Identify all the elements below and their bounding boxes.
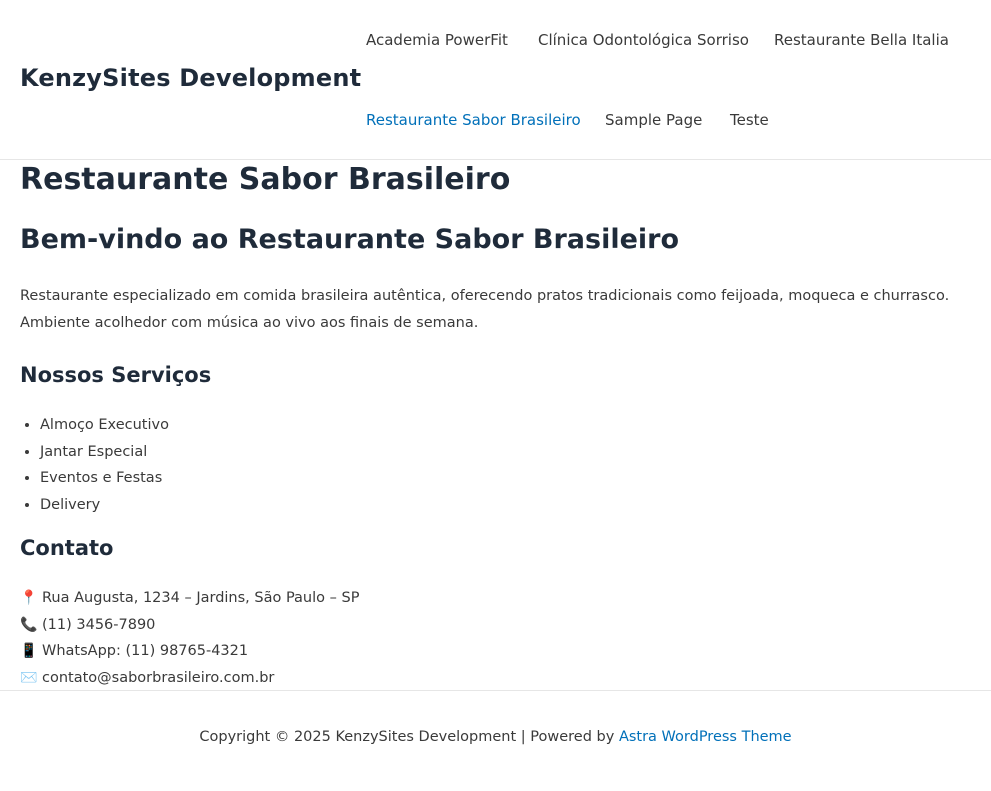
- service-item: Eventos e Festas: [40, 465, 169, 492]
- contact-whatsapp-text: WhatsApp: (11) 98765-4321: [42, 643, 249, 659]
- pin-icon: 📍: [20, 590, 38, 606]
- service-item: Jantar Especial: [40, 439, 169, 466]
- contact-email: ✉️ contato@saborbrasileiro.com.br: [20, 665, 359, 692]
- site-header: KenzySites Development Academia PowerFit…: [0, 0, 991, 160]
- service-item: Delivery: [40, 492, 169, 519]
- phone-icon: 📞: [20, 616, 38, 633]
- contact-address-text: Rua Augusta, 1234 – Jardins, São Paulo –…: [42, 590, 360, 606]
- astra-theme-link[interactable]: Astra WordPress Theme: [619, 729, 792, 745]
- service-item: Almoço Executivo: [40, 412, 169, 439]
- intro-paragraph: Restaurante especializado em comida bras…: [20, 283, 970, 337]
- contact-address: 📍 Rua Augusta, 1234 – Jardins, São Paulo …: [20, 585, 359, 612]
- nav-item-teste[interactable]: Teste: [730, 111, 769, 129]
- site-title-link[interactable]: KenzySites Development: [20, 64, 361, 92]
- nav-item-restaurante-sabor-brasileiro[interactable]: Restaurante Sabor Brasileiro: [366, 111, 581, 129]
- page-title: Restaurante Sabor Brasileiro: [20, 162, 511, 197]
- envelope-icon: ✉️: [20, 669, 38, 686]
- welcome-heading: Bem-vindo ao Restaurante Sabor Brasileir…: [20, 224, 680, 255]
- footer-copyright: Copyright © 2025 KenzySites Development …: [199, 729, 615, 745]
- services-heading: Nossos Serviços: [20, 363, 212, 387]
- contact-whatsapp: 📱 WhatsApp: (11) 98765-4321: [20, 638, 359, 665]
- contact-block: 📍 Rua Augusta, 1234 – Jardins, São Paulo …: [20, 585, 359, 691]
- contact-phone: 📞 (11) 3456-7890: [20, 612, 359, 639]
- mobile-icon: 📱: [20, 643, 38, 659]
- site-footer: Copyright © 2025 KenzySites Development …: [0, 729, 991, 745]
- footer-divider: [0, 690, 991, 691]
- intro-line: Ambiente acolhedor com música ao vivo ao…: [20, 315, 479, 331]
- intro-line: Restaurante especializado em comida bras…: [20, 288, 950, 304]
- services-list: Almoço Executivo Jantar Especial Eventos…: [40, 412, 169, 518]
- nav-item-academia-powerfit[interactable]: Academia PowerFit: [366, 31, 508, 49]
- nav-item-restaurante-bella-italia[interactable]: Restaurante Bella Italia: [774, 31, 949, 49]
- nav-item-sample-page[interactable]: Sample Page: [605, 111, 702, 129]
- contact-email-text: contato@saborbrasileiro.com.br: [42, 669, 275, 686]
- contact-phone-text: (11) 3456-7890: [42, 616, 156, 633]
- contact-heading: Contato: [20, 536, 114, 560]
- nav-item-clinica-odontologica-sorriso[interactable]: Clínica Odontológica Sorriso: [538, 31, 749, 49]
